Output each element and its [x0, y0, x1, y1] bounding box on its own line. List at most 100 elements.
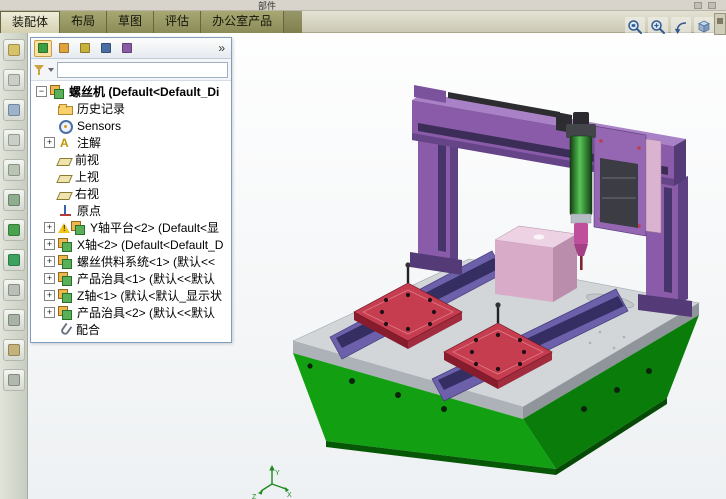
assembly-icon	[58, 305, 73, 320]
toolbar-icon-7[interactable]	[2, 219, 25, 241]
toolbar-icon-1[interactable]	[2, 39, 25, 61]
dimxpert-icon-glyph	[101, 43, 111, 53]
tree-item-label: 产品治具<2> (默认<<默认	[77, 306, 216, 320]
command-tab[interactable]: 评估	[154, 11, 202, 33]
toolbar-icon-6[interactable]	[2, 189, 25, 211]
command-tab[interactable]: 装配体	[0, 11, 61, 33]
view-toolbar	[625, 17, 714, 37]
command-tab[interactable]: 布局	[60, 11, 108, 33]
history-folder-icon	[58, 104, 73, 115]
tree-item-label: 上视	[75, 170, 100, 184]
tree-item-label: 螺丝供料系统<1> (默认<<	[77, 255, 216, 269]
expander-plus-icon[interactable]: +	[44, 290, 55, 301]
featuremanager-tree-icon[interactable]	[34, 39, 52, 57]
command-tab[interactable]: 办公室产品	[201, 11, 285, 33]
expander-minus-icon[interactable]: −	[36, 86, 47, 97]
displaymanager-icon-glyph	[122, 43, 132, 53]
toolbar-icon-1-glyph	[7, 44, 20, 56]
tree-item[interactable]: + Z轴<1> (默认<默认_显示状	[31, 287, 231, 304]
configurationmanager-icon-glyph	[80, 43, 90, 53]
toolbar-icon-5-glyph	[7, 164, 20, 176]
tree-item[interactable]: 上视	[31, 168, 231, 185]
toolbar-icon-11[interactable]	[2, 339, 25, 361]
expander-plus-icon[interactable]: +	[44, 222, 55, 233]
tree-item-label: X轴<2> (Default<Default_D	[77, 238, 224, 252]
toolbar-icon-2-glyph	[7, 74, 20, 86]
assembly-icon	[58, 271, 73, 286]
top-toolbar-partial: 部件	[0, 0, 726, 11]
filter-dropdown-icon[interactable]	[48, 67, 54, 72]
propertymanager-icon-glyph	[59, 43, 69, 53]
tree-item[interactable]: + X轴<2> (Default<Default_D	[31, 236, 231, 253]
toolbar-icon-3-glyph	[7, 104, 20, 116]
product-box[interactable]	[494, 225, 578, 302]
dimxpert-icon[interactable]	[97, 40, 115, 57]
triad-z-label: Z	[252, 494, 257, 499]
toolbar-icon-3[interactable]	[2, 99, 25, 121]
toolbar-icon-10-glyph	[7, 314, 20, 326]
expander-plus-icon[interactable]: +	[44, 137, 55, 148]
command-tab[interactable]: 草图	[107, 11, 155, 33]
tree-item[interactable]: − 螺丝机 (Default<Default_Di	[31, 83, 231, 100]
solidworks-window: Y X Z 部件 装配体 布局 草图 评估 办公室产品 » − 螺丝机 (Def…	[0, 0, 726, 499]
propertymanager-icon[interactable]	[55, 40, 73, 57]
tree-item-label: Y轴平台<2> (Default<显	[90, 221, 220, 235]
toolbar-icon-4[interactable]	[2, 129, 25, 151]
featuremanager-tree-icon-glyph	[38, 43, 48, 53]
tree-item[interactable]: + 产品治具<1> (默认<<默认	[31, 270, 231, 287]
toolbar-icon-2[interactable]	[2, 69, 25, 91]
configurationmanager-icon[interactable]	[76, 40, 94, 57]
tree-item[interactable]: 历史记录	[31, 100, 231, 117]
tree-item-label: 原点	[77, 204, 102, 218]
view-orientation-icon[interactable]	[694, 17, 714, 37]
tree-item[interactable]: + 螺丝供料系统<1> (默认<<	[31, 253, 231, 270]
tree-item-label: 注解	[77, 136, 102, 150]
triad-y-label: Y	[275, 470, 280, 477]
tree-item-label: 历史记录	[77, 102, 126, 116]
filter-funnel-icon[interactable]	[34, 64, 45, 76]
tree-item[interactable]: Sensors	[31, 117, 231, 134]
feature-manager-tab-strip: »	[31, 38, 231, 59]
expander-plus-icon[interactable]: +	[44, 239, 55, 250]
expander-plus-icon[interactable]: +	[44, 273, 55, 284]
tree-item-label: Z轴<1> (默认<默认_显示状	[77, 289, 223, 303]
expander-plus-icon[interactable]: +	[44, 256, 55, 267]
expander-plus-icon[interactable]: +	[44, 307, 55, 318]
toolbar-icon-8[interactable]	[2, 249, 25, 271]
assembly-icon	[58, 237, 73, 252]
assembly-icon	[58, 288, 73, 303]
tree-filter-input[interactable]	[57, 61, 228, 78]
toolbar-icon-5[interactable]	[2, 159, 25, 181]
warning-icon	[58, 222, 70, 234]
tree-item[interactable]: + 注解	[31, 134, 231, 151]
collapse-panel-button[interactable]: »	[215, 41, 228, 55]
display-pane-button[interactable]	[714, 13, 726, 35]
plane-icon	[56, 191, 73, 200]
toolbar-icon-9[interactable]	[2, 279, 25, 301]
tree-item[interactable]: + Y轴平台<2> (Default<显	[31, 219, 231, 236]
triad-x-label: X	[287, 492, 292, 499]
tree-item[interactable]: + 产品治具<2> (默认<<默认	[31, 304, 231, 321]
previous-view-icon[interactable]	[671, 17, 691, 37]
command-manager-tab-row: 装配体 布局 草图 评估 办公室产品	[0, 11, 726, 33]
partial-toolbar-icon[interactable]	[708, 2, 716, 9]
zoom-fit-icon[interactable]	[625, 17, 645, 37]
assembly-icon	[50, 84, 65, 99]
displaymanager-icon[interactable]	[118, 40, 136, 57]
origin-icon	[58, 204, 73, 218]
tree-item-label: 右视	[75, 187, 100, 201]
tree-filter-bar	[31, 59, 231, 81]
z-axis-assembly[interactable]	[593, 125, 662, 237]
assembly-icon	[58, 254, 73, 269]
zoom-area-icon[interactable]	[648, 17, 668, 37]
toolbar-icon-10[interactable]	[2, 309, 25, 331]
tree-item[interactable]: 配合	[31, 321, 231, 338]
toolbar-icon-12[interactable]	[2, 369, 25, 391]
partial-toolbar-icon[interactable]	[694, 2, 702, 9]
tree-item-label: 螺丝机 (Default<Default_Di	[69, 85, 220, 99]
toolbar-icon-4-glyph	[7, 134, 20, 146]
tree-item[interactable]: 前视	[31, 151, 231, 168]
tree-item[interactable]: 原点	[31, 202, 231, 219]
plane-icon	[56, 174, 73, 183]
tree-item[interactable]: 右视	[31, 185, 231, 202]
